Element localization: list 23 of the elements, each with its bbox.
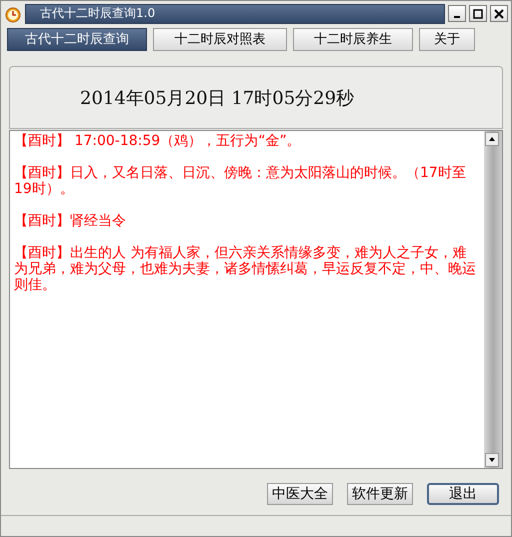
action-button[interactable]: 退出	[427, 483, 499, 506]
tab[interactable]: 古代十二时辰查询	[7, 28, 147, 51]
action-button[interactable]: 中医大全	[267, 483, 333, 506]
date-time-label: 2014年05月20日 17时05分29秒	[80, 86, 354, 110]
scrollbar[interactable]	[484, 131, 502, 468]
tab[interactable]: 十二时辰对照表	[153, 28, 287, 51]
tab[interactable]: 关于	[419, 28, 475, 51]
paragraph: 【酉时】出生的人 为有福人家，但六亲关系情缘多变，难为人之子女，难为兄弟，难为父母，也难为夫妻，诸多情愫纠葛，早运反复不定，中、晚运则佳。	[14, 245, 477, 294]
scroll-up-icon[interactable]	[485, 132, 499, 146]
paragraph: 【酉时】 17:00-18:59（鸡），五行为“金”。	[14, 133, 302, 150]
close-icon	[494, 8, 504, 19]
clock-icon	[4, 4, 22, 23]
scroll-down-icon[interactable]	[485, 453, 499, 468]
paragraph: 【酉时】肾经当令	[14, 213, 127, 230]
maximize-icon	[473, 8, 483, 19]
close-button[interactable]	[490, 5, 508, 22]
minimize-button[interactable]	[448, 5, 466, 22]
minimize-icon	[454, 16, 460, 18]
window-title: 古代十二时辰查询1.0	[40, 5, 156, 22]
tab[interactable]: 十二时辰养生	[293, 28, 413, 51]
paragraph: 【酉时】日入，又名日落、日沉、傍晚：意为太阳落山的时候。（17时至19时）。	[14, 165, 467, 198]
action-button[interactable]: 软件更新	[347, 483, 413, 506]
maximize-button[interactable]	[469, 5, 487, 22]
